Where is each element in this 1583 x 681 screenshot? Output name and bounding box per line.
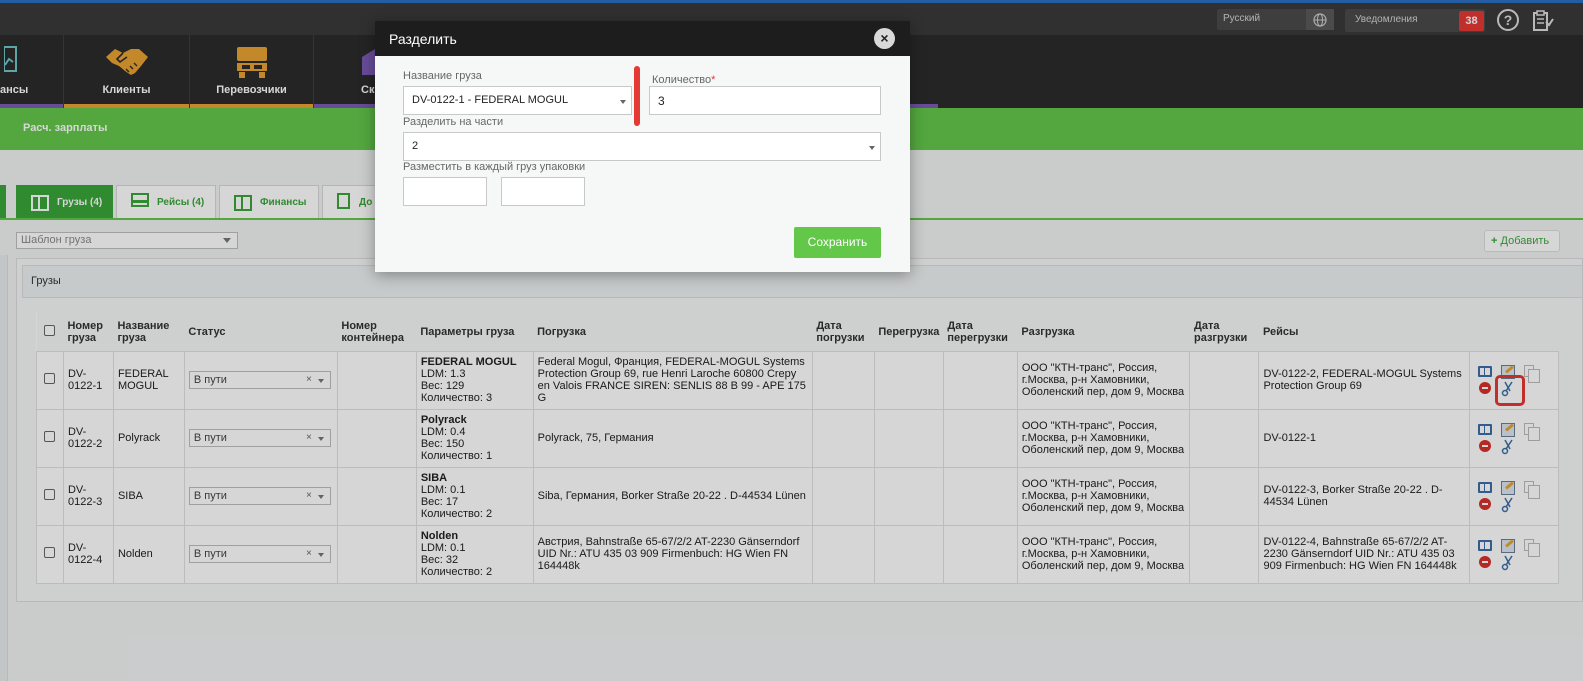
close-icon[interactable]: × — [874, 28, 895, 49]
save-button[interactable]: Сохранить — [794, 227, 881, 258]
dialog-title: Разделить — [375, 21, 910, 56]
package-input-2[interactable] — [501, 177, 585, 206]
cargo-name-label: Название груза — [403, 70, 482, 82]
split-dialog: Разделить × Название груза DV-0122-1 - F… — [375, 21, 910, 272]
cargo-name-select[interactable]: DV-0122-1 - FEDERAL MOGUL — [403, 86, 632, 115]
quantity-label: Количество* — [652, 74, 715, 86]
chevron-down-icon — [869, 146, 875, 150]
split-parts-value: 2 — [412, 140, 419, 152]
quantity-highlight-box — [634, 66, 640, 126]
quantity-input[interactable]: 3 — [649, 86, 881, 115]
split-parts-label: Разделить на части — [403, 116, 504, 128]
chevron-down-icon — [620, 100, 626, 104]
package-input-1[interactable] — [403, 177, 487, 206]
split-parts-select[interactable]: 2 — [403, 132, 881, 161]
cargo-name-value: DV-0122-1 - FEDERAL MOGUL — [412, 94, 569, 106]
packages-label: Разместить в каждый груз упаковки — [403, 161, 586, 173]
quantity-label-text: Количество — [652, 74, 712, 86]
required-marker: * — [711, 74, 716, 86]
